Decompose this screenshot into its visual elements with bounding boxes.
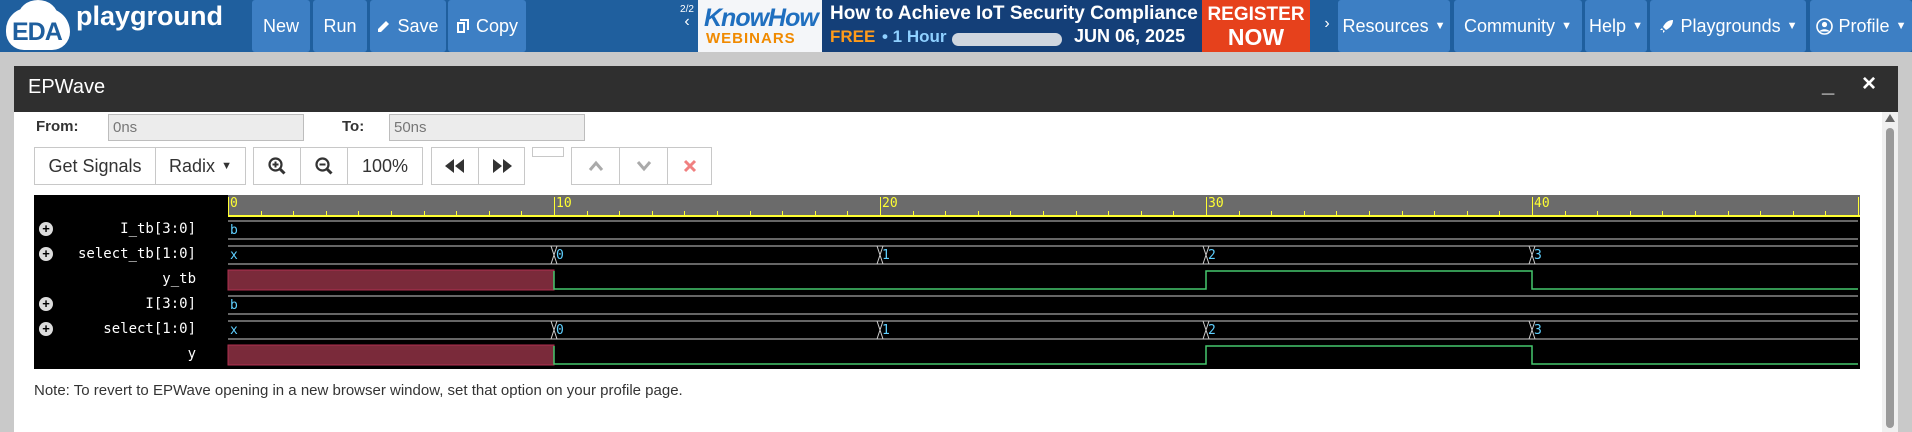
- small-blank-button[interactable]: [532, 147, 564, 157]
- undefined-segment: [227, 344, 555, 366]
- bus-value: x: [230, 248, 238, 263]
- close-icon[interactable]: ×: [1862, 70, 1876, 98]
- new-button[interactable]: New: [252, 0, 310, 52]
- copy-icon: [456, 19, 469, 33]
- bus-rails: [228, 220, 1858, 240]
- ad-register-button[interactable]: REGISTER NOW: [1202, 0, 1310, 52]
- to-label: To:: [342, 118, 365, 135]
- signal-name[interactable]: I_tb[3:0]: [64, 221, 196, 237]
- bus-value: b: [230, 223, 238, 238]
- caret-down-icon: ▼: [1434, 20, 1446, 32]
- bus-value: 1: [882, 248, 890, 263]
- radix-dropdown[interactable]: Radix ▼: [155, 147, 246, 185]
- pencil-icon: [378, 21, 390, 32]
- rewind-icon: [445, 159, 464, 173]
- bus-rails: [228, 320, 1858, 340]
- scroll-up-icon[interactable]: [1885, 114, 1895, 122]
- ad-brand: KnowHow: [704, 4, 819, 32]
- chevron-right-icon[interactable]: ›: [1316, 4, 1338, 48]
- zoom-out-icon: [315, 157, 333, 175]
- chevron-left-icon: ‹: [684, 13, 690, 30]
- to-input[interactable]: [389, 114, 585, 141]
- bus-value: 2: [1208, 248, 1216, 263]
- zoom-in-icon: [268, 157, 286, 175]
- bus-value: 0: [556, 248, 564, 263]
- from-label: From:: [36, 118, 79, 135]
- ad-date: JUN 06, 2025: [1074, 26, 1186, 46]
- caret-down-icon: ▼: [1786, 20, 1798, 32]
- fast-forward-button[interactable]: [478, 147, 525, 185]
- rewind-button[interactable]: [431, 147, 479, 185]
- delete-signal-button[interactable]: [667, 147, 712, 185]
- chevron-up-icon: [588, 160, 603, 171]
- expand-plus-icon[interactable]: +: [39, 247, 53, 261]
- caret-down-icon: ▼: [1895, 20, 1907, 32]
- ad-title: How to Achieve IoT Security Compliance: [830, 3, 1198, 24]
- x-icon: [683, 159, 696, 173]
- vertical-scrollbar[interactable]: [1882, 112, 1898, 432]
- epwave-note: Note: To revert to EPWave opening in a n…: [34, 382, 683, 399]
- profile-menu[interactable]: Profile ▼: [1810, 0, 1912, 52]
- signal-name[interactable]: select[1:0]: [64, 321, 196, 337]
- bus-value: b: [230, 298, 238, 313]
- ad-carousel-prev[interactable]: 2/2 ‹: [676, 4, 698, 48]
- signal-name[interactable]: y: [64, 346, 196, 362]
- bus-value: 1: [882, 323, 890, 338]
- signal-name[interactable]: select_tb[1:0]: [64, 246, 196, 262]
- modal-title: EPWave: [28, 76, 106, 98]
- zoom-in-button[interactable]: [253, 147, 301, 185]
- save-button[interactable]: Save: [370, 0, 446, 52]
- fast-forward-icon: [492, 159, 512, 173]
- bus-rails: [228, 245, 1858, 265]
- cursor-down-button[interactable]: [619, 147, 668, 185]
- bus-value: 3: [1534, 323, 1542, 338]
- waveform-traces: [227, 220, 1858, 366]
- expand-plus-icon[interactable]: +: [39, 222, 53, 236]
- bus-value: 0: [556, 323, 564, 338]
- scroll-thumb[interactable]: [1886, 128, 1894, 428]
- edaplayground-logo[interactable]: EDA playground: [0, 0, 240, 52]
- top-navbar: EDA playground New Run Save Copy 2/2 ‹ K…: [0, 0, 1912, 52]
- signal-name[interactable]: y_tb: [64, 271, 196, 287]
- caret-down-icon: ▼: [221, 160, 232, 172]
- undefined-segment: [227, 269, 555, 291]
- rocket-icon: [1659, 20, 1673, 33]
- copy-button[interactable]: Copy: [448, 0, 526, 52]
- zoom-level[interactable]: 100%: [347, 147, 423, 185]
- bus-value: 3: [1534, 248, 1542, 263]
- minimize-icon[interactable]: _: [1822, 72, 1834, 98]
- ad-subbrand: WEBINARS: [706, 30, 796, 47]
- run-button[interactable]: Run: [313, 0, 367, 52]
- ad-free: FREE: [830, 27, 876, 46]
- expand-plus-icon[interactable]: +: [39, 322, 53, 336]
- expand-plus-icon[interactable]: +: [39, 297, 53, 311]
- epwave-modal-header[interactable]: EPWave _ ×: [14, 66, 1898, 112]
- bus-value: 2: [1208, 323, 1216, 338]
- chevron-down-icon: [636, 161, 651, 172]
- user-circle-icon: [1815, 17, 1833, 35]
- bus-rails: [228, 295, 1858, 315]
- from-input[interactable]: [108, 114, 304, 141]
- webinar-ad-banner[interactable]: KnowHow WEBINARS How to Achieve IoT Secu…: [698, 0, 1310, 52]
- caret-down-icon: ▼: [1561, 20, 1572, 32]
- waveform-viewer[interactable]: 0 10 20 30 40 I_tb[3:0] + b select_tb[1:0] + x 0 1 2…: [34, 195, 1860, 369]
- bit-trace: [553, 270, 1858, 290]
- zoom-out-button[interactable]: [300, 147, 348, 185]
- bit-trace: [553, 345, 1858, 365]
- playgrounds-menu[interactable]: Playgrounds ▼: [1650, 0, 1806, 52]
- community-menu[interactable]: Community ▼: [1454, 0, 1582, 52]
- cursor-up-button[interactable]: [571, 147, 620, 185]
- bus-value: x: [230, 323, 238, 338]
- resources-menu[interactable]: Resources ▼: [1338, 0, 1450, 52]
- logo-playground-text: playground: [76, 1, 223, 31]
- help-menu[interactable]: Help ▼: [1585, 0, 1647, 52]
- get-signals-button[interactable]: Get Signals: [34, 147, 156, 185]
- caret-down-icon: ▼: [1632, 20, 1643, 32]
- signal-name[interactable]: I[3:0]: [64, 296, 196, 312]
- logo-eda-text: EDA: [12, 18, 63, 46]
- ad-progress-pill: [952, 33, 1062, 46]
- ad-duration: • 1 Hour: [882, 27, 947, 46]
